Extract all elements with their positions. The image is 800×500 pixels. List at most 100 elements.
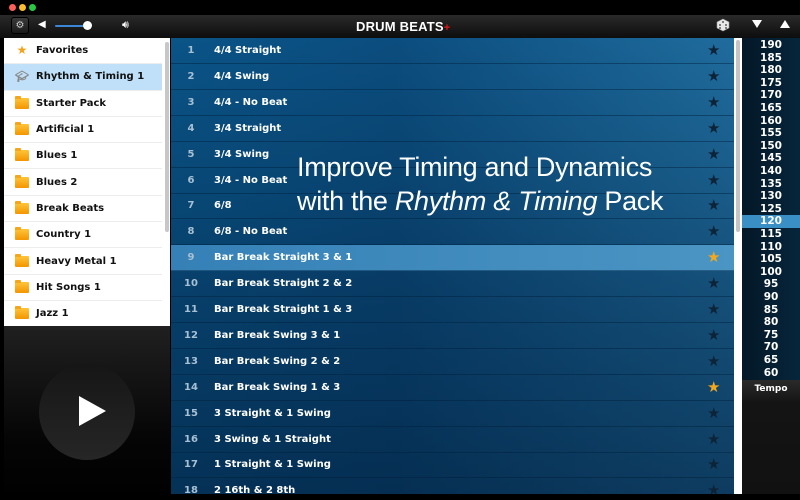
tempo-option[interactable]: 185 [742,52,800,65]
beat-list-scroll-thumb[interactable] [736,40,740,232]
beat-row[interactable]: 14 Bar Break Swing 1 & 3 ★ [171,375,734,401]
tempo-option[interactable]: 170 [742,89,800,102]
beat-row[interactable]: 1 4/4 Straight ★ [171,38,734,64]
star-icon: ★ [16,43,28,58]
sidebar-pack-list: Jazz 1 Hit Songs 1 Heavy Metal 1 Country 1 B… [4,38,170,326]
tempo-option[interactable]: 125 [742,203,800,216]
sidebar-scrollbar[interactable] [165,42,169,232]
beat-row[interactable]: 17 1 Straight & 1 Swing ★ [171,452,734,479]
tempo-option[interactable]: 140 [742,165,800,178]
beat-row[interactable]: 3 4/4 - No Beat ★ [171,90,734,116]
tempo-option[interactable]: 190 [742,39,800,52]
favorite-star-icon[interactable]: ★ [707,404,720,422]
beat-number: 11 [184,304,198,315]
zoom-window-button[interactable] [29,4,36,11]
sidebar-item[interactable]: Country 1 [4,222,162,249]
beat-row[interactable]: 5 3/4 Swing ★ [171,142,734,168]
sidebar-item[interactable]: Artificial 1 [4,117,162,144]
beat-row[interactable]: 9 Bar Break Straight 3 & 1 ★ [171,245,734,272]
arrow-down-icon[interactable] [752,20,762,28]
beat-row[interactable]: 16 3 Swing & 1 Straight ★ [171,427,734,453]
tempo-option[interactable]: 110 [742,241,800,254]
sidebar-item[interactable]: Break Beats [4,196,162,223]
play-icon [79,396,106,426]
arrow-up-icon[interactable] [780,20,790,28]
beat-name: Bar Break Straight 3 & 1 [214,252,353,264]
beat-row[interactable]: 4 3/4 Straight ★ [171,116,734,142]
beat-number: 6 [187,174,195,186]
sidebar-item[interactable]: Blues 2 [4,170,162,196]
favorite-star-icon[interactable]: ★ [707,274,720,292]
beat-row[interactable]: 11 Bar Break Straight 1 & 3 ★ [171,297,734,323]
favorite-star-icon[interactable]: ★ [707,171,720,189]
favorite-star-icon[interactable]: ★ [707,196,720,214]
beat-number: 17 [184,459,198,471]
tempo-option[interactable]: 160 [742,115,800,128]
tempo-option[interactable]: 85 [742,304,800,317]
beat-row[interactable]: 13 Bar Break Swing 2 & 2 ★ [171,349,734,375]
tempo-option[interactable]: 165 [742,102,800,115]
beat-name: 4/4 - No Beat [214,96,288,108]
close-window-button[interactable] [9,4,16,11]
beat-row[interactable]: 2 4/4 Swing ★ [171,64,734,90]
play-button[interactable] [39,364,135,460]
beat-number: 3 [187,96,195,108]
dice-icon[interactable] [716,18,730,32]
tempo-option[interactable]: 65 [742,354,800,367]
tempo-option[interactable]: 80 [742,316,800,329]
tempo-option[interactable]: 100 [742,266,800,279]
sidebar-item[interactable]: Heavy Metal 1 [4,248,162,275]
player-panel [4,326,170,500]
favorite-star-icon[interactable]: ★ [707,300,720,318]
volume-slider-handle[interactable] [83,21,92,30]
tempo-option[interactable]: 150 [742,140,800,153]
favorite-star-icon[interactable]: ★ [707,145,720,163]
beat-name: Bar Break Swing 1 & 3 [214,381,341,393]
tempo-option[interactable]: 120 [742,215,800,228]
tempo-option[interactable]: 70 [742,341,800,354]
minimize-window-button[interactable] [19,4,26,11]
tempo-option[interactable]: 60 [742,367,800,380]
tempo-option[interactable]: 105 [742,253,800,266]
favorite-star-icon[interactable]: ★ [707,352,720,370]
favorite-star-icon[interactable]: ★ [707,378,720,396]
favorite-star-icon[interactable]: ★ [707,222,720,240]
beat-row[interactable]: 12 Bar Break Swing 3 & 1 ★ [171,323,734,349]
beat-row[interactable]: 15 3 Straight & 1 Swing ★ [171,401,734,427]
favorite-star-icon[interactable]: ★ [707,119,720,137]
beat-name: 6/8 - No Beat [214,226,288,238]
tempo-option[interactable]: 135 [742,178,800,191]
tempo-option[interactable]: 90 [742,291,800,304]
beat-row[interactable]: 10 Bar Break Straight 2 & 2 ★ [171,271,734,298]
app-title-plus: + [443,22,451,34]
favorite-star-icon[interactable]: ★ [707,67,720,85]
favorite-star-icon[interactable]: ★ [707,326,720,344]
beat-row[interactable]: 8 6/8 - No Beat ★ [171,219,734,246]
favorite-star-icon[interactable]: ★ [707,41,720,59]
beat-name: 3/4 Swing [214,148,270,160]
tempo-option[interactable]: 75 [742,329,800,342]
sidebar-item[interactable]: 🎓︎ Rhythm & Timing 1 [4,64,162,91]
tempo-option[interactable]: 145 [742,152,800,165]
tempo-option[interactable]: 95 [742,278,800,291]
tempo-option[interactable]: 180 [742,64,800,77]
sidebar-item[interactable]: Hit Songs 1 [4,275,162,301]
favorite-star-icon[interactable]: ★ [707,455,720,473]
sidebar-item-label: Heavy Metal 1 [36,255,117,267]
sidebar-item[interactable]: Starter Pack [4,91,162,117]
tempo-option[interactable]: 130 [742,190,800,203]
sidebar-item[interactable]: Jazz 1 [4,301,162,326]
beat-row[interactable]: 6 3/4 - No Beat ★ [171,168,734,194]
beat-row[interactable]: 7 6/8 ★ [171,193,734,220]
favorite-star-icon[interactable]: ★ [707,93,720,111]
tempo-option[interactable]: 155 [742,127,800,140]
tempo-option[interactable]: 115 [742,228,800,241]
tempo-option[interactable]: 175 [742,77,800,90]
settings-button[interactable]: ⚙ [11,17,29,34]
sidebar-item-label: Blues 2 [36,176,78,188]
speaker-high-icon: 🔊︎ [122,18,129,31]
favorite-star-icon[interactable]: ★ [707,430,720,448]
favorite-star-icon[interactable]: ★ [707,248,720,266]
sidebar-item[interactable]: ★ Favorites [4,38,162,65]
sidebar-item[interactable]: Blues 1 [4,143,162,170]
